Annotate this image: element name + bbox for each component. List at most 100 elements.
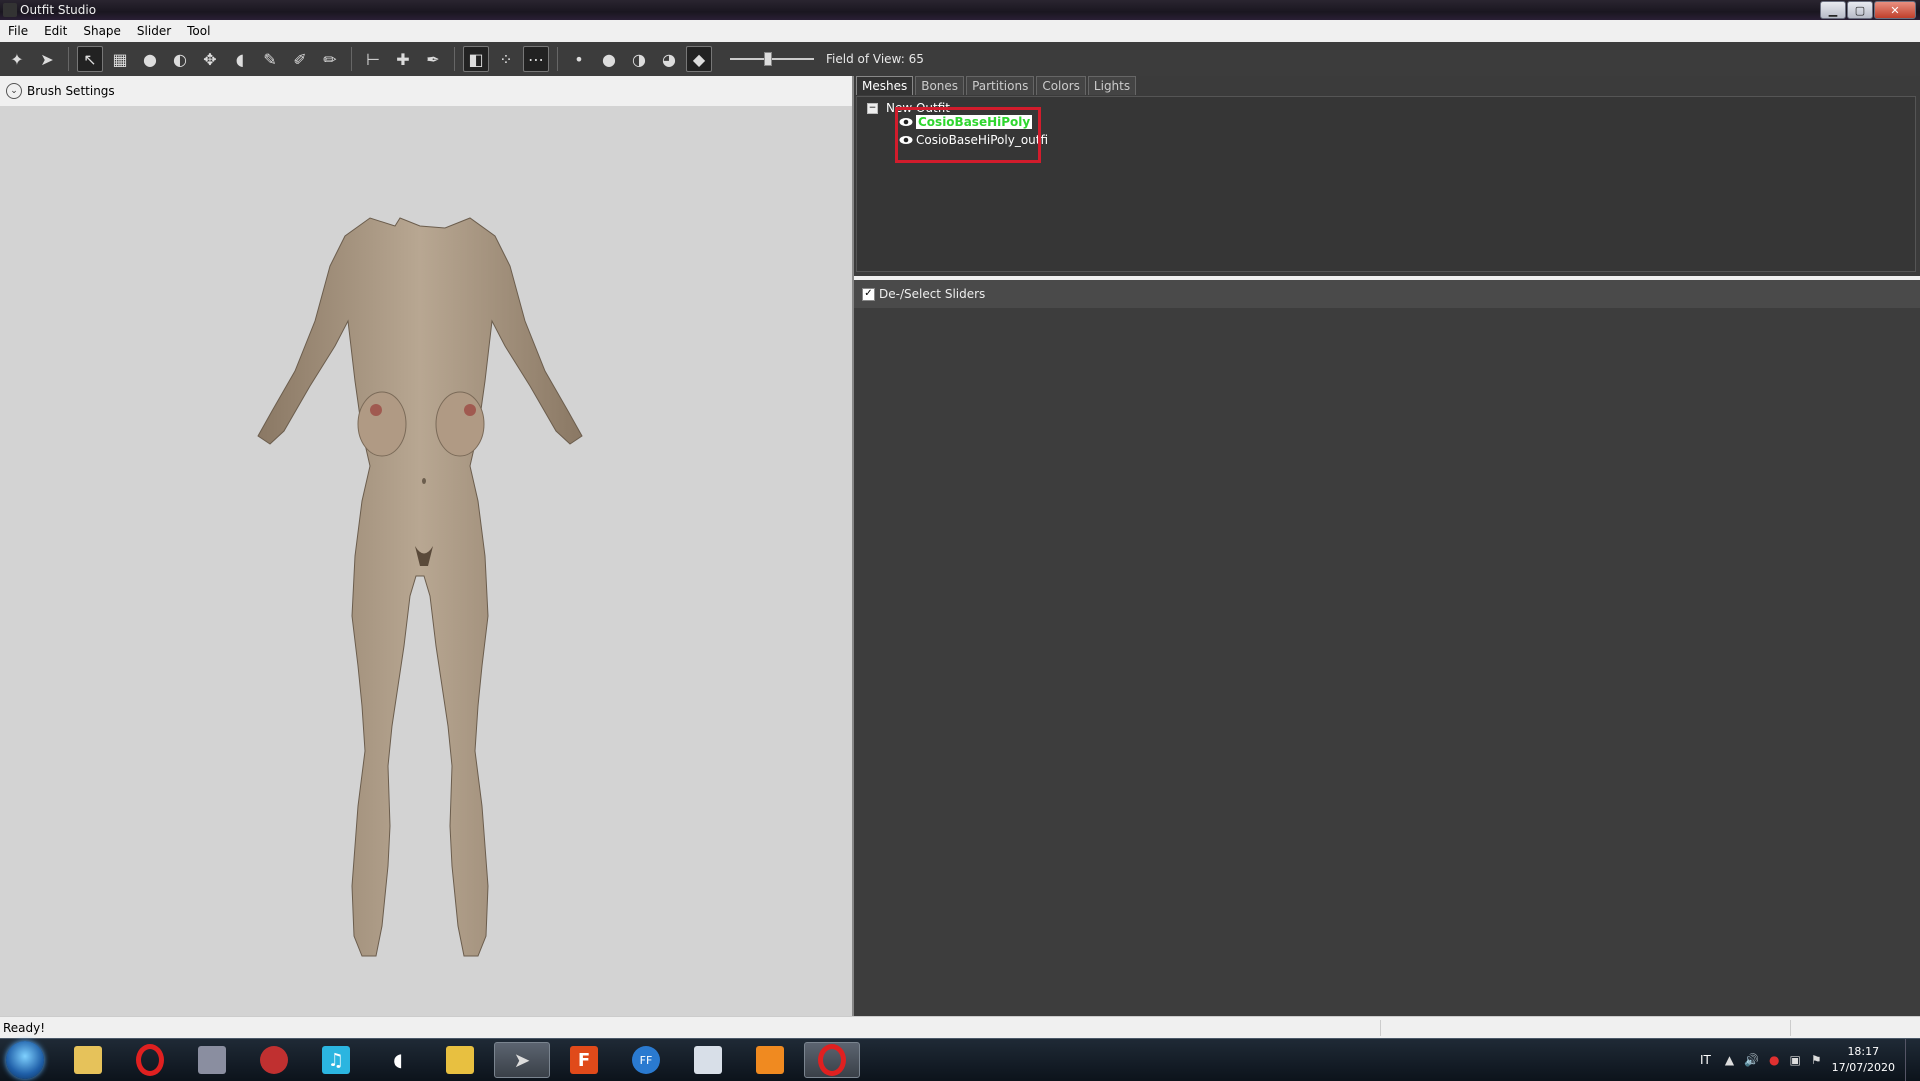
smooth-brush-icon[interactable]: ◖ — [227, 46, 253, 72]
global-brush-icon[interactable]: ⋯ — [523, 46, 549, 72]
ffdec-icon: FF — [632, 1046, 660, 1074]
toolbar-separator — [68, 47, 69, 71]
taskbar-app3[interactable] — [184, 1042, 240, 1078]
select-all-sliders-checkbox[interactable]: ✓ — [862, 287, 875, 301]
brush-size-large-icon[interactable]: ● — [596, 46, 622, 72]
network-icon[interactable]: ▣ — [1789, 1053, 1800, 1067]
taskbar-app11[interactable] — [680, 1042, 736, 1078]
taskbar-opera-window[interactable] — [804, 1042, 860, 1078]
mesh-tree: − New Outfit CosioBaseHiPoly CosioBaseHi… — [856, 96, 1916, 272]
tab-meshes[interactable]: Meshes — [856, 76, 914, 95]
taskbar-app6[interactable]: ◖ — [370, 1042, 426, 1078]
show-desktop-button[interactable] — [1905, 1039, 1920, 1081]
opera-icon — [818, 1044, 846, 1076]
window-app-icon — [694, 1046, 722, 1074]
taskbar-app4[interactable] — [246, 1042, 302, 1078]
taskbar-opera[interactable] — [122, 1042, 178, 1078]
tray-arrow-icon[interactable]: ▲ — [1725, 1053, 1734, 1067]
taskbar-app12[interactable] — [742, 1042, 798, 1078]
close-button[interactable]: ✕ — [1874, 1, 1916, 19]
body-chest-left — [357, 391, 407, 457]
f-app-icon: F — [570, 1046, 598, 1074]
color-brush-icon[interactable]: ✏ — [317, 46, 343, 72]
brush-settings-header[interactable]: ⌄ Brush Settings — [0, 76, 852, 106]
taskbar-app5[interactable]: ♫ — [308, 1042, 364, 1078]
connected-only-icon[interactable]: ⁘ — [493, 46, 519, 72]
archive-icon — [446, 1046, 474, 1074]
view-cube-icon[interactable]: ◆ — [686, 46, 712, 72]
title-bar: Outfit Studio ▁ ▢ ✕ — [0, 0, 1920, 20]
mask-brush-icon[interactable]: ▦ — [107, 46, 133, 72]
gear-icon — [260, 1046, 288, 1074]
toolbar-separator — [557, 47, 558, 71]
menu-bar: File Edit Shape Slider Tool — [0, 20, 1920, 43]
fov-label: Field of View: 65 — [826, 52, 924, 66]
antivirus-icon[interactable]: ● — [1769, 1053, 1779, 1067]
opera-icon — [136, 1044, 164, 1076]
tab-lights[interactable]: Lights — [1087, 76, 1137, 95]
menu-slider[interactable]: Slider — [129, 24, 179, 38]
start-button[interactable] — [6, 1041, 44, 1079]
menu-file[interactable]: File — [0, 24, 36, 38]
body-detail — [370, 404, 382, 416]
tab-colors[interactable]: Colors — [1036, 76, 1086, 95]
panel-tabs: Meshes Bones Partitions Colors Lights — [856, 76, 1138, 96]
viewport-pane: ⌄ Brush Settings — [0, 76, 852, 1016]
fov-slider[interactable] — [730, 49, 814, 69]
app-icon — [3, 3, 17, 17]
brush-strength-icon[interactable]: ◑ — [626, 46, 652, 72]
collapse-icon[interactable]: − — [867, 102, 878, 114]
taskbar: ♫ ◖ ➤ F FF IT ▲ 🔊 ● ▣ ⚑ 18:17 17/07/2020 — [0, 1038, 1920, 1081]
menu-edit[interactable]: Edit — [36, 24, 75, 38]
audio-icon: ◖ — [393, 1049, 403, 1071]
load-project-icon[interactable]: ➤ — [34, 46, 60, 72]
outfit-studio-icon: ➤ — [513, 1048, 531, 1072]
vertex-edit-icon[interactable]: ✒ — [420, 46, 446, 72]
body-model — [257, 217, 583, 957]
deflate-brush-icon[interactable]: ◐ — [167, 46, 193, 72]
flag-icon[interactable]: ⚑ — [1811, 1053, 1822, 1067]
fov-slider-thumb[interactable] — [764, 52, 772, 66]
status-bar: Ready! — [0, 1016, 1920, 1039]
folder-icon — [74, 1046, 102, 1074]
status-text: Ready! — [3, 1021, 46, 1035]
pivot-tool-icon[interactable]: ✚ — [390, 46, 416, 72]
chevron-down-icon[interactable]: ⌄ — [6, 83, 22, 99]
brush-focus-icon[interactable]: ◕ — [656, 46, 682, 72]
taskbar-app7[interactable] — [432, 1042, 488, 1078]
volume-icon[interactable]: 🔊 — [1744, 1053, 1759, 1067]
transform-tool-icon[interactable]: ⊢ — [360, 46, 386, 72]
taskbar-explorer[interactable] — [60, 1042, 116, 1078]
taskbar-app10[interactable]: FF — [618, 1042, 674, 1078]
move-brush-icon[interactable]: ✥ — [197, 46, 223, 72]
minimize-button[interactable]: ▁ — [1820, 1, 1846, 19]
brush-size-small-icon[interactable]: • — [566, 46, 592, 72]
tab-partitions[interactable]: Partitions — [966, 76, 1035, 95]
clock-time: 18:17 — [1847, 1045, 1880, 1058]
mesh-panel: Meshes Bones Partitions Colors Lights − … — [854, 76, 1920, 276]
fov-slider-track — [730, 58, 814, 60]
language-indicator[interactable]: IT — [1700, 1053, 1711, 1067]
body-chest-right — [435, 391, 485, 457]
new-project-icon[interactable]: ✦ — [4, 46, 30, 72]
tab-bones[interactable]: Bones — [915, 76, 965, 95]
select-brush-icon[interactable]: ↖ — [77, 46, 103, 72]
undiff-brush-icon[interactable]: ✎ — [257, 46, 283, 72]
brush-settings-label: Brush Settings — [27, 84, 115, 98]
weight-brush-icon[interactable]: ✐ — [287, 46, 313, 72]
taskbar-outfit-studio[interactable]: ➤ — [494, 1042, 550, 1078]
maximize-button[interactable]: ▢ — [1847, 1, 1873, 19]
menu-tool[interactable]: Tool — [179, 24, 218, 38]
clock-date: 17/07/2020 — [1831, 1061, 1895, 1074]
taskbar-app9[interactable]: F — [556, 1042, 612, 1078]
music-icon: ♫ — [322, 1046, 350, 1074]
menu-shape[interactable]: Shape — [75, 24, 129, 38]
film-icon — [198, 1046, 226, 1074]
toolbar: ✦ ➤ ↖ ▦ ● ◐ ✥ ◖ ✎ ✐ ✏ ⊢ ✚ ✒ ◧ ⁘ ⋯ • ● ◑ … — [0, 42, 1920, 76]
body-navel — [422, 478, 426, 484]
x-mirror-icon[interactable]: ◧ — [463, 46, 489, 72]
clock[interactable]: 18:17 17/07/2020 — [1832, 1044, 1895, 1076]
inflate-brush-icon[interactable]: ● — [137, 46, 163, 72]
3d-viewport[interactable] — [0, 106, 852, 1016]
toolbar-separator — [351, 47, 352, 71]
